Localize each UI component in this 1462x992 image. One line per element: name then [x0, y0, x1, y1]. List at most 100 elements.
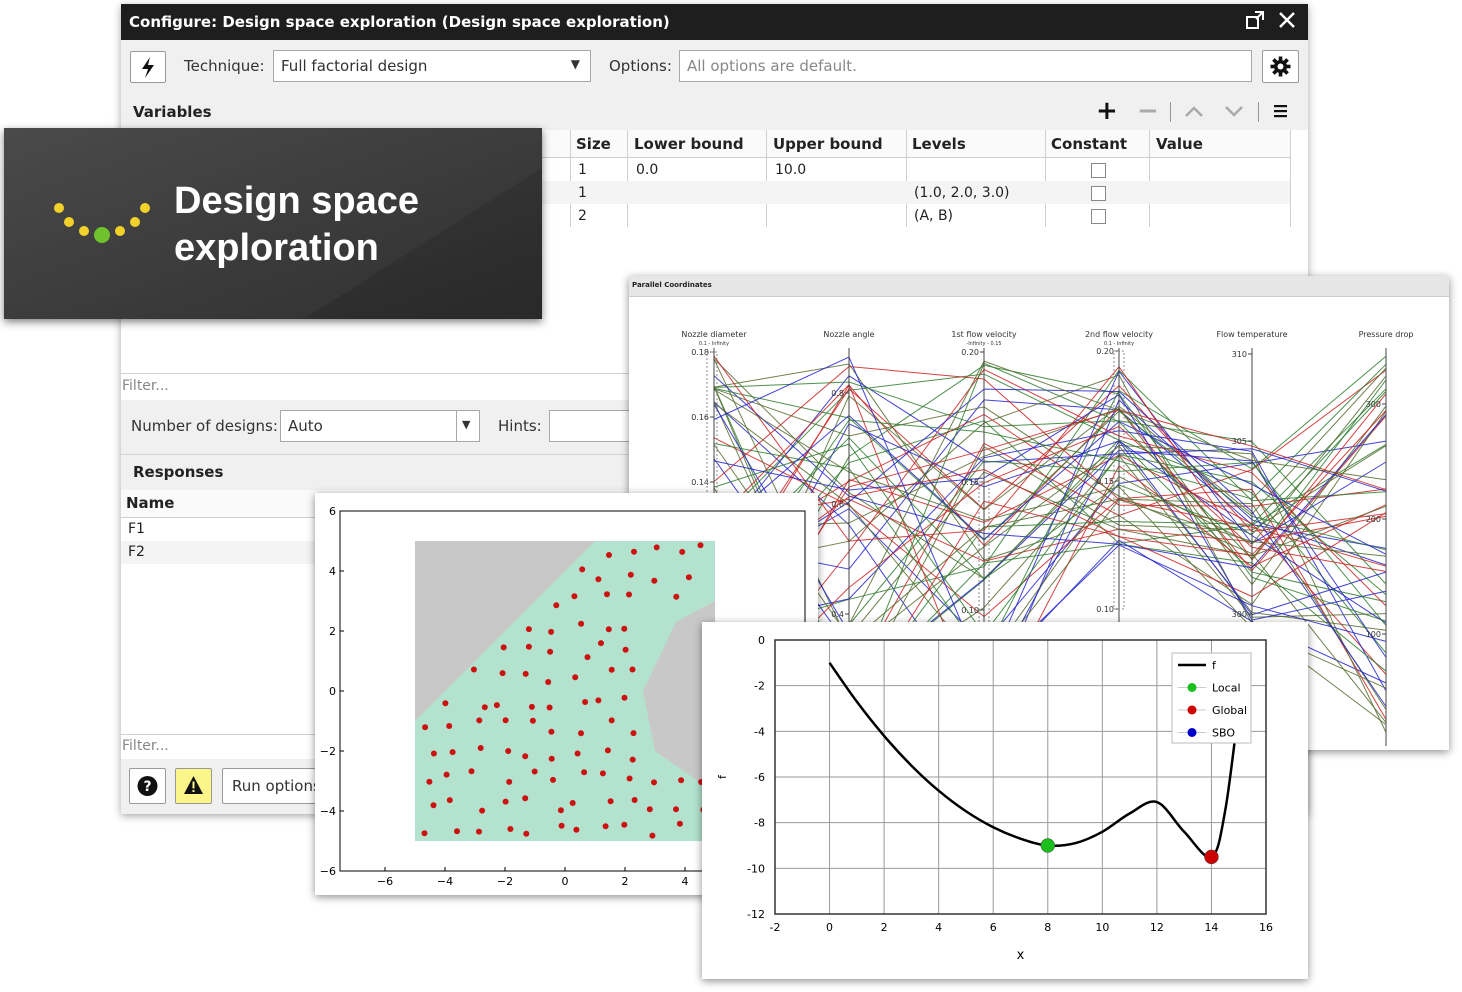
- col-upper-bound: Upper bound: [773, 135, 883, 153]
- parallel-axis-name: 1st flow velocity: [951, 330, 1016, 339]
- y-tick-label: -4: [754, 725, 765, 738]
- design-point: [595, 697, 602, 704]
- variables-filter[interactable]: Filter...: [121, 373, 641, 401]
- designs-select[interactable]: Auto ▼: [280, 410, 480, 442]
- chevron-down-icon: ▼: [570, 57, 580, 71]
- move-down-icon[interactable]: [1224, 103, 1244, 123]
- warning-button[interactable]: [175, 768, 212, 804]
- design-point: [522, 753, 529, 760]
- design-point: [430, 750, 437, 757]
- x-tick-label: 0: [826, 921, 833, 934]
- design-point: [476, 828, 482, 835]
- design-point: [676, 820, 683, 827]
- add-icon[interactable]: +: [1096, 98, 1118, 124]
- design-point: [481, 704, 488, 711]
- x-tick-label: 2: [622, 875, 629, 888]
- design-point: [607, 798, 614, 805]
- legend-swatch-marker: [1187, 728, 1197, 737]
- col-size: Size: [576, 135, 611, 153]
- response-row-f1[interactable]: F1: [128, 521, 145, 537]
- parallel-tick-label: 0.4: [831, 610, 844, 619]
- design-point: [421, 830, 428, 837]
- y-tick-label: -12: [747, 908, 765, 921]
- design-point: [673, 593, 680, 600]
- run-options-label: Run options: [232, 777, 321, 795]
- x-tick-label: 0: [562, 875, 569, 888]
- design-point: [528, 703, 535, 710]
- gear-icon: [1270, 56, 1291, 77]
- design-point: [574, 750, 581, 757]
- parallel-tick-label: 200: [1366, 515, 1381, 524]
- col-constant: Constant: [1051, 135, 1128, 153]
- lightning-icon: [142, 57, 154, 78]
- design-point: [606, 552, 612, 558]
- designs-row: Number of designs: Auto ▼ Hints:: [121, 400, 641, 454]
- design-point: [604, 591, 610, 598]
- menu-icon[interactable]: [1274, 104, 1288, 122]
- x-tick-label: 6: [990, 921, 997, 934]
- design-point: [550, 776, 556, 783]
- col-name: Name: [126, 494, 175, 512]
- parallel-title-bar: Parallel Coordinates: [629, 276, 1449, 297]
- function-chart: -2 0 2 4 6 8 10 12 14 160-2-4-6-8-10-12xffLocalGl…: [716, 634, 1273, 963]
- design-point: [479, 807, 486, 814]
- x-tick-label: −6: [377, 875, 393, 888]
- responses-title: Responses: [133, 463, 224, 481]
- design-point: [578, 730, 584, 737]
- y-tick-label: −2: [320, 745, 336, 758]
- design-point: [477, 745, 484, 751]
- close-icon[interactable]: [1277, 9, 1297, 36]
- design-point: [446, 797, 453, 804]
- run-button[interactable]: [130, 51, 166, 83]
- design-point: [581, 769, 588, 776]
- options-field[interactable]: All options are default.: [679, 50, 1252, 82]
- design-point: [470, 666, 477, 673]
- col-divider: [570, 130, 571, 227]
- design-point: [446, 723, 453, 729]
- design-point: [673, 806, 679, 813]
- technique-select[interactable]: Full factorial design ▼: [273, 50, 591, 82]
- banner-title-line1: Design space: [174, 180, 419, 222]
- help-button[interactable]: ?: [129, 768, 166, 804]
- popout-icon[interactable]: [1245, 10, 1265, 35]
- x-tick-label: −2: [497, 875, 513, 888]
- row1-size: 1: [578, 162, 587, 178]
- x-tick-label: 8: [1044, 921, 1051, 934]
- design-point: [578, 620, 585, 627]
- design-point: [651, 577, 658, 584]
- design-point: [621, 625, 628, 632]
- design-point: [493, 702, 500, 709]
- design-point: [546, 704, 553, 711]
- y-tick-label: 0: [329, 685, 336, 698]
- svg-text:?: ?: [143, 779, 151, 795]
- row3-constant-checkbox[interactable]: [1091, 209, 1106, 224]
- row3-levels: (A, B): [914, 208, 954, 224]
- parallel-tick-label: 0.8: [831, 389, 844, 398]
- parallel-tick-label: 0.14: [691, 478, 709, 487]
- variables-title: Variables: [133, 103, 212, 121]
- col-value: Value: [1156, 135, 1203, 153]
- hints-field[interactable]: [549, 410, 641, 442]
- row2-constant-checkbox[interactable]: [1091, 186, 1106, 201]
- design-point: [502, 798, 509, 805]
- design-point: [569, 800, 576, 806]
- remove-icon[interactable]: −: [1137, 98, 1159, 124]
- options-settings-button[interactable]: [1262, 50, 1299, 83]
- parallel-tick-label: 0.16: [691, 413, 709, 422]
- design-point: [442, 700, 449, 707]
- parallel-tick-label: 0.20: [961, 348, 979, 357]
- design-point: [547, 648, 554, 655]
- col-lower-bound: Lower bound: [634, 135, 744, 153]
- design-point: [531, 768, 538, 775]
- design-point: [626, 591, 632, 598]
- designs-value: Auto: [288, 417, 323, 435]
- move-up-icon[interactable]: [1184, 103, 1204, 123]
- response-row-f2[interactable]: F2: [128, 544, 145, 560]
- y-tick-label: 2: [329, 625, 336, 638]
- banner-title: Design space exploration: [174, 178, 419, 272]
- variables-filter-placeholder: Filter...: [122, 378, 169, 394]
- y-axis-label: f: [716, 774, 729, 779]
- row1-constant-checkbox[interactable]: [1091, 163, 1106, 178]
- options-label: Options:: [609, 57, 672, 75]
- design-point: [573, 826, 580, 833]
